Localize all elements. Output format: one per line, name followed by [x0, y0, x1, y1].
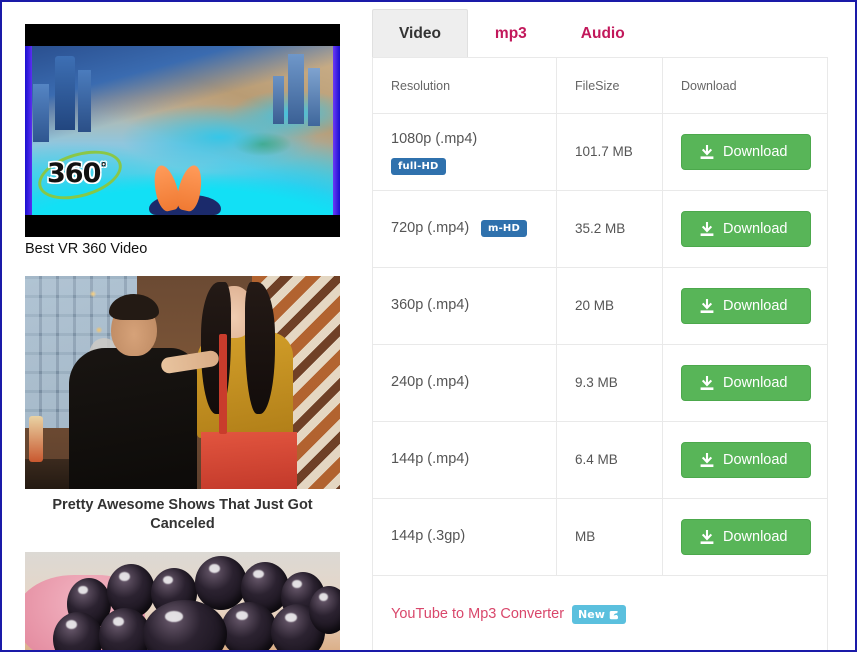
table-row: 720p (.mp4) m-HD 35.2 MB Download [372, 190, 828, 268]
download-panel-column: Video mp3 Audio Resolution FileSize Down… [367, 2, 855, 650]
table-row: 144p (.mp4) 6.4 MB Download [372, 421, 828, 499]
thumbnail-artwork [25, 276, 340, 490]
tab-mp3[interactable]: mp3 [468, 9, 554, 57]
mp3-converter-cell: YouTube to Mp3 Converter New [372, 575, 828, 650]
download-table: Resolution FileSize Download 1080p (.mp4… [372, 57, 828, 650]
resolution-cell: 360p (.mp4) [372, 267, 557, 345]
table-header-row: Resolution FileSize Download [372, 57, 828, 114]
column-header-resolution: Resolution [372, 57, 557, 114]
download-button-label: Download [723, 452, 788, 468]
download-button[interactable]: Download [681, 442, 811, 478]
quality-badge-full-hd: full-HD [391, 157, 446, 175]
filesize-cell: 6.4 MB [556, 421, 663, 499]
download-icon [700, 144, 714, 159]
download-button-label: Download [723, 298, 788, 314]
thumbnail-artwork: 360° [25, 24, 340, 237]
download-button-label: Download [723, 529, 788, 545]
video-thumbnail-berries[interactable] [25, 551, 340, 650]
download-cell: Download [662, 190, 828, 268]
download-button[interactable]: Download [681, 519, 811, 555]
video-thumbnail-vr360[interactable]: 360° [25, 24, 340, 237]
tab-audio[interactable]: Audio [554, 9, 652, 57]
format-tabs: Video mp3 Audio [372, 9, 827, 57]
vr-360-logo-degree: ° [100, 161, 106, 176]
thumbnail-artwork [25, 551, 340, 650]
resolution-cell: 1080p (.mp4) full-HD [372, 113, 557, 191]
resolution-cell: 144p (.mp4) [372, 421, 557, 499]
table-footer-row: YouTube to Mp3 Converter New [372, 575, 828, 650]
tab-video[interactable]: Video [372, 9, 468, 57]
download-cell: Download [662, 498, 828, 576]
download-cell: Download [662, 267, 828, 345]
resolution-cell: 144p (.3gp) [372, 498, 557, 576]
column-header-download: Download [662, 57, 828, 114]
related-video-card[interactable] [25, 551, 340, 650]
external-link-icon [609, 610, 620, 619]
download-cell: Download [662, 113, 828, 191]
download-icon [700, 375, 714, 390]
related-video-caption[interactable]: Best VR 360 Video [25, 237, 340, 258]
video-thumbnail-canceled-shows[interactable] [25, 276, 340, 490]
download-icon [700, 529, 714, 544]
download-icon [700, 298, 714, 313]
download-button[interactable]: Download [681, 365, 811, 401]
download-cell: Download [662, 344, 828, 422]
filesize-cell: 20 MB [556, 267, 663, 345]
download-panel: Video mp3 Audio Resolution FileSize Down… [372, 9, 828, 650]
download-icon [700, 452, 714, 467]
resolution-cell: 240p (.mp4) [372, 344, 557, 422]
filesize-cell: 101.7 MB [556, 113, 663, 191]
table-row: 240p (.mp4) 9.3 MB Download [372, 344, 828, 422]
column-header-filesize: FileSize [556, 57, 663, 114]
resolution-cell: 720p (.mp4) m-HD [372, 190, 557, 268]
new-badge-label: New [578, 607, 605, 621]
download-button[interactable]: Download [681, 211, 811, 247]
related-video-caption[interactable]: Pretty Awesome Shows That Just Got Cance… [25, 489, 340, 534]
table-row: 144p (.3gp) MB Download [372, 498, 828, 576]
download-button[interactable]: Download [681, 134, 811, 170]
table-row: 1080p (.mp4) full-HD 101.7 MB Download [372, 113, 828, 191]
resolution-label: 360p (.mp4) [391, 297, 470, 314]
vr-360-logo: 360° [47, 158, 107, 189]
resolution-label: 1080p (.mp4) [391, 131, 478, 148]
page-root: 360° Best VR 360 Video Pretty Awesome Sh… [0, 0, 857, 652]
download-cell: Download [662, 421, 828, 499]
resolution-label: 144p (.3gp) [391, 528, 466, 545]
related-video-card[interactable]: Pretty Awesome Shows That Just Got Cance… [25, 276, 340, 534]
related-videos-column: 360° Best VR 360 Video Pretty Awesome Sh… [2, 2, 367, 650]
related-video-card[interactable]: 360° Best VR 360 Video [25, 24, 340, 258]
vr-360-logo-text: 360 [47, 158, 101, 189]
new-badge[interactable]: New [572, 604, 626, 624]
quality-badge-m-hd: m-HD [480, 220, 527, 238]
youtube-to-mp3-converter-link[interactable]: YouTube to Mp3 Converter [391, 606, 564, 622]
filesize-cell: MB [556, 498, 663, 576]
filesize-cell: 35.2 MB [556, 190, 663, 268]
download-button-label: Download [723, 144, 788, 160]
download-button-label: Download [723, 375, 788, 391]
table-row: 360p (.mp4) 20 MB Download [372, 267, 828, 345]
download-button[interactable]: Download [681, 288, 811, 324]
filesize-cell: 9.3 MB [556, 344, 663, 422]
download-button-label: Download [723, 221, 788, 237]
resolution-label: 720p (.mp4) [391, 220, 470, 237]
download-icon [700, 221, 714, 236]
resolution-label: 240p (.mp4) [391, 374, 470, 391]
resolution-label: 144p (.mp4) [391, 451, 470, 468]
